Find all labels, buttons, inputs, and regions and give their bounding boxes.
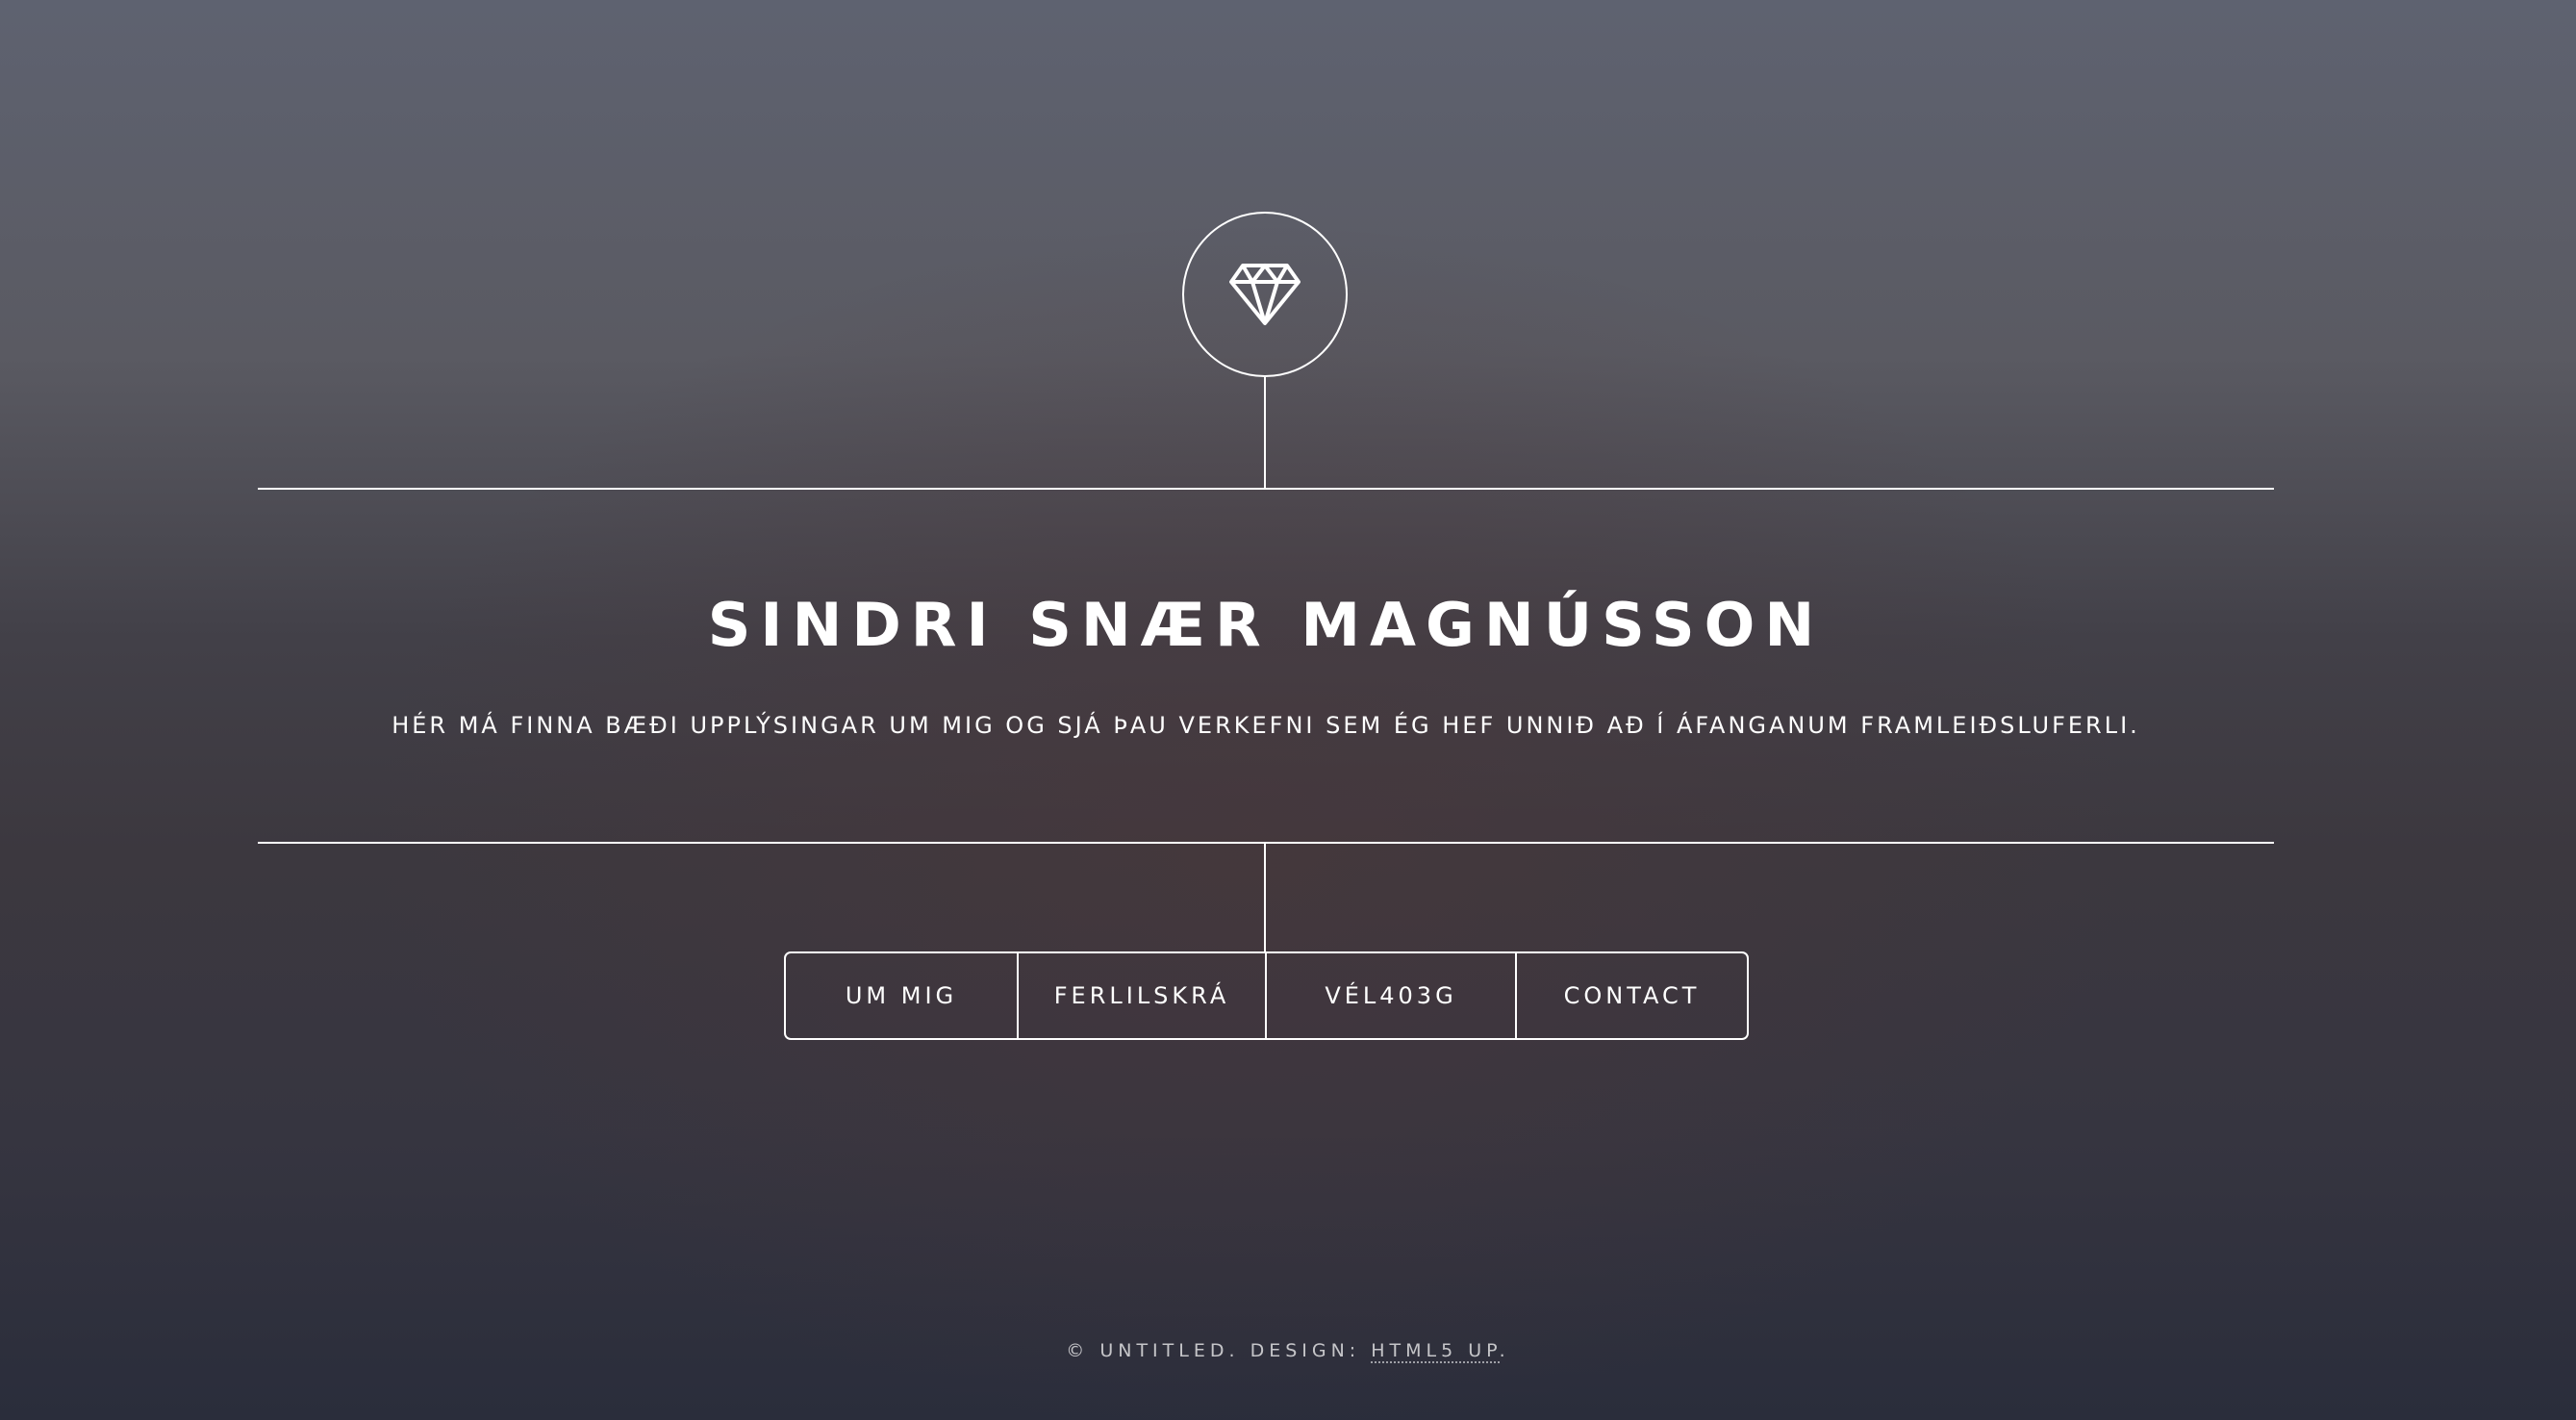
diamond-icon: [1229, 264, 1301, 325]
divider-bottom: [258, 842, 2274, 844]
divider-top: [258, 488, 2274, 490]
connector-line-bottom: [1264, 843, 1266, 952]
footer-design-link[interactable]: HTML5 UP: [1371, 1340, 1500, 1363]
page-subtitle: HÉR MÁ FINNA BÆÐI UPPLÝSINGAR UM MIG OG …: [391, 712, 2140, 739]
page: SINDRI SNÆR MAGNÚSSON HÉR MÁ FINNA BÆÐI …: [0, 0, 2576, 1420]
connector-line-top: [1264, 377, 1266, 489]
nav-item-vel403g[interactable]: VÉL403G: [1267, 953, 1517, 1038]
nav-item-contact[interactable]: CONTACT: [1517, 953, 1747, 1038]
logo-circle: [1182, 212, 1348, 377]
nav-item-um-mig[interactable]: UM MIG: [786, 953, 1019, 1038]
footer-suffix: .: [1499, 1340, 1510, 1361]
footer: © UNTITLED. DESIGN: HTML5 UP.: [0, 1337, 2576, 1364]
nav-item-ferilskra[interactable]: FERLILSKRÁ: [1019, 953, 1267, 1038]
footer-copyright: © UNTITLED. DESIGN:: [1066, 1340, 1372, 1361]
main-nav: UM MIG FERLILSKRÁ VÉL403G CONTACT: [784, 951, 1749, 1040]
page-title: SINDRI SNÆR MAGNÚSSON: [707, 590, 1825, 660]
